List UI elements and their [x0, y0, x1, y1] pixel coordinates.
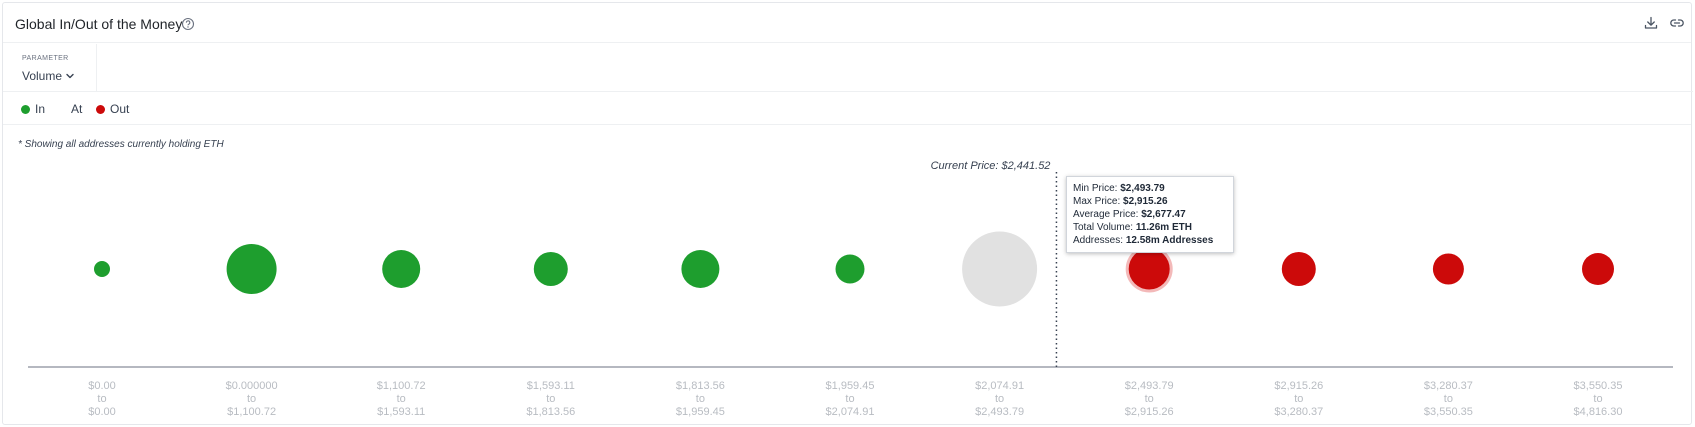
tooltip-addresses: Addresses: 12.58m Addresses — [1073, 235, 1214, 246]
range-separator-label: to — [1145, 393, 1154, 405]
bubble-out — [1128, 248, 1170, 290]
bubble-in — [226, 244, 277, 294]
range-separator-label: to — [397, 393, 406, 405]
range-separator-label: to — [995, 393, 1004, 405]
range-low-label: $2,915.26 — [1274, 380, 1323, 392]
range-low-label: $1,813.56 — [676, 380, 725, 392]
range-high-label: $2,493.79 — [975, 406, 1024, 418]
range-low-label: $3,280.37 — [1424, 380, 1473, 392]
range-high-label: $1,959.45 — [676, 406, 725, 418]
range-separator-label: to — [97, 393, 106, 405]
bubble-out — [1281, 252, 1316, 286]
bubble-in — [533, 252, 568, 286]
range-high-label: $3,280.37 — [1274, 406, 1323, 418]
tooltip-average-price: Average Price: $2,677.47 — [1073, 209, 1186, 220]
range-low-label: $1,959.45 — [826, 380, 875, 392]
range-low-label: $1,100.72 — [377, 380, 426, 392]
range-high-label: $1,593.11 — [377, 406, 425, 418]
range-high-label: $4,816.30 — [1574, 406, 1623, 418]
bubble-in — [835, 254, 865, 284]
bubble-chart: Current Price: $2,441.52$0.00to$0.00$0.0… — [28, 160, 1673, 418]
bubble-at — [962, 231, 1038, 307]
range-separator-label: to — [546, 393, 555, 405]
range-separator-label: to — [1294, 393, 1303, 405]
bubble-in — [94, 261, 110, 277]
range-separator-label: to — [1593, 393, 1602, 405]
range-high-label: $3,550.35 — [1424, 406, 1473, 418]
range-high-label: $2,074.91 — [826, 406, 875, 418]
bubble-out — [1582, 253, 1614, 285]
bubble-in — [681, 250, 720, 288]
range-separator-label: to — [247, 393, 256, 405]
range-separator-label: to — [845, 393, 854, 405]
range-high-label: $1,100.72 — [227, 406, 276, 418]
range-separator-label: to — [1444, 393, 1453, 405]
range-low-label: $3,550.35 — [1574, 380, 1623, 392]
range-high-label: $2,915.26 — [1125, 406, 1174, 418]
range-high-label: $0.00 — [88, 406, 116, 418]
range-high-label: $1,813.56 — [526, 406, 575, 418]
range-low-label: $0.000000 — [226, 380, 278, 392]
bubble-out — [1432, 253, 1464, 285]
tooltip-max-price: Max Price: $2,915.26 — [1073, 196, 1168, 207]
bubble-tooltip: Min Price: $2,493.79 Max Price: $2,915.2… — [1066, 176, 1234, 253]
range-low-label: $0.00 — [88, 380, 116, 392]
range-low-label: $2,493.79 — [1125, 380, 1174, 392]
range-separator-label: to — [696, 393, 705, 405]
range-low-label: $1,593.11 — [527, 380, 575, 392]
tooltip-total-volume: Total Volume: 11.26m ETH — [1073, 222, 1192, 233]
bubble-in — [382, 250, 421, 288]
current-price-label: Current Price: $2,441.52 — [931, 160, 1051, 172]
range-low-label: $2,074.91 — [975, 380, 1024, 392]
tooltip-min-price: Min Price: $2,493.79 — [1073, 183, 1165, 194]
